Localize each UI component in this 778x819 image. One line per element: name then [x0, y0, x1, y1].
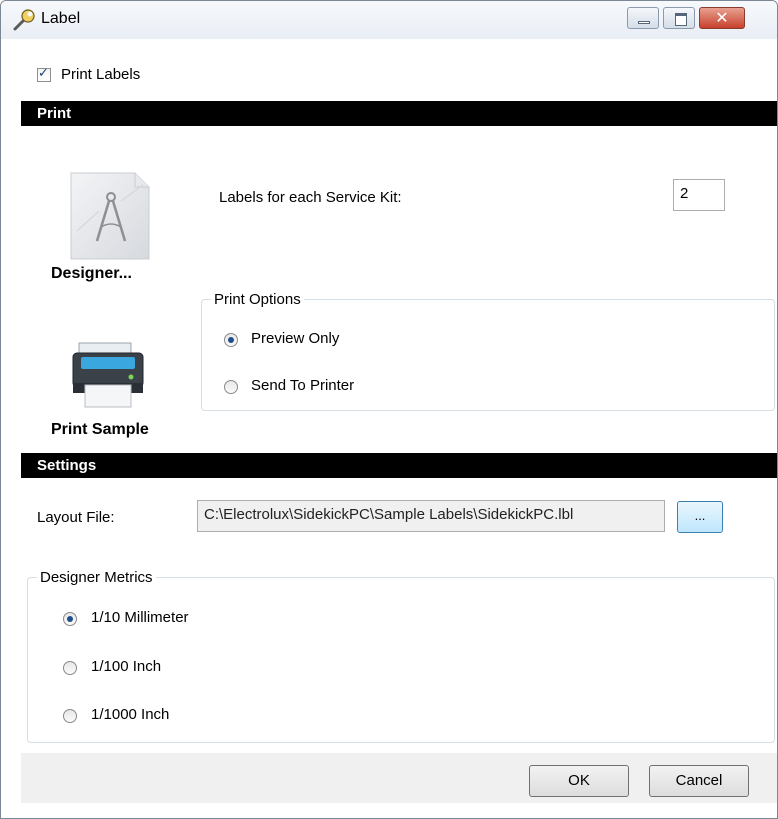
- print-section-header: Print: [21, 101, 777, 126]
- compass-document-icon[interactable]: [69, 171, 151, 261]
- minimize-button[interactable]: [627, 7, 659, 29]
- minimize-icon: [638, 21, 650, 24]
- close-button[interactable]: ✕: [699, 7, 745, 29]
- ok-button[interactable]: OK: [529, 765, 629, 797]
- metric-100-inch-radio[interactable]: [63, 661, 77, 675]
- title-bar[interactable]: Label ✕: [1, 1, 777, 39]
- send-to-printer-label[interactable]: Send To Printer: [251, 377, 354, 394]
- window-title: Label: [41, 10, 81, 27]
- printer-icon[interactable]: [69, 339, 151, 411]
- designer-metrics-title: Designer Metrics: [37, 569, 156, 586]
- print-labels-checkbox[interactable]: ✓: [37, 66, 51, 82]
- preview-only-radio[interactable]: [224, 333, 238, 347]
- send-to-printer-radio[interactable]: [224, 380, 238, 394]
- browse-button[interactable]: ...: [677, 501, 723, 533]
- designer-label[interactable]: Designer...: [51, 265, 132, 283]
- close-icon: ✕: [715, 8, 729, 27]
- metric-1000-inch-label[interactable]: 1/1000 Inch: [91, 706, 169, 723]
- cancel-button[interactable]: Cancel: [649, 765, 749, 797]
- maximize-button[interactable]: [663, 7, 695, 29]
- metric-100-inch-label[interactable]: 1/100 Inch: [91, 658, 161, 675]
- metric-1000-inch-radio[interactable]: [63, 709, 77, 723]
- print-labels-label[interactable]: Print Labels: [61, 66, 140, 83]
- print-options-title: Print Options: [211, 291, 304, 308]
- layout-file-input[interactable]: C:\Electrolux\SidekickPC\Sample Labels\S…: [197, 500, 665, 532]
- print-options-group: [201, 299, 775, 411]
- metric-mm-label[interactable]: 1/10 Millimeter: [91, 609, 189, 626]
- print-sample-label[interactable]: Print Sample: [51, 421, 149, 439]
- checkmark-icon: ✓: [38, 66, 49, 81]
- labels-per-kit-label: Labels for each Service Kit:: [219, 189, 402, 206]
- label-dialog: Label ✕ ✓ Print Labels Print Designer...: [0, 0, 778, 819]
- maximize-icon: [675, 13, 687, 26]
- wrench-icon: [13, 9, 35, 31]
- labels-per-kit-input[interactable]: 2: [673, 179, 725, 211]
- metric-mm-radio[interactable]: [63, 612, 77, 626]
- settings-section-header: Settings: [21, 453, 777, 478]
- layout-file-label: Layout File:: [37, 509, 115, 526]
- preview-only-label[interactable]: Preview Only: [251, 330, 339, 347]
